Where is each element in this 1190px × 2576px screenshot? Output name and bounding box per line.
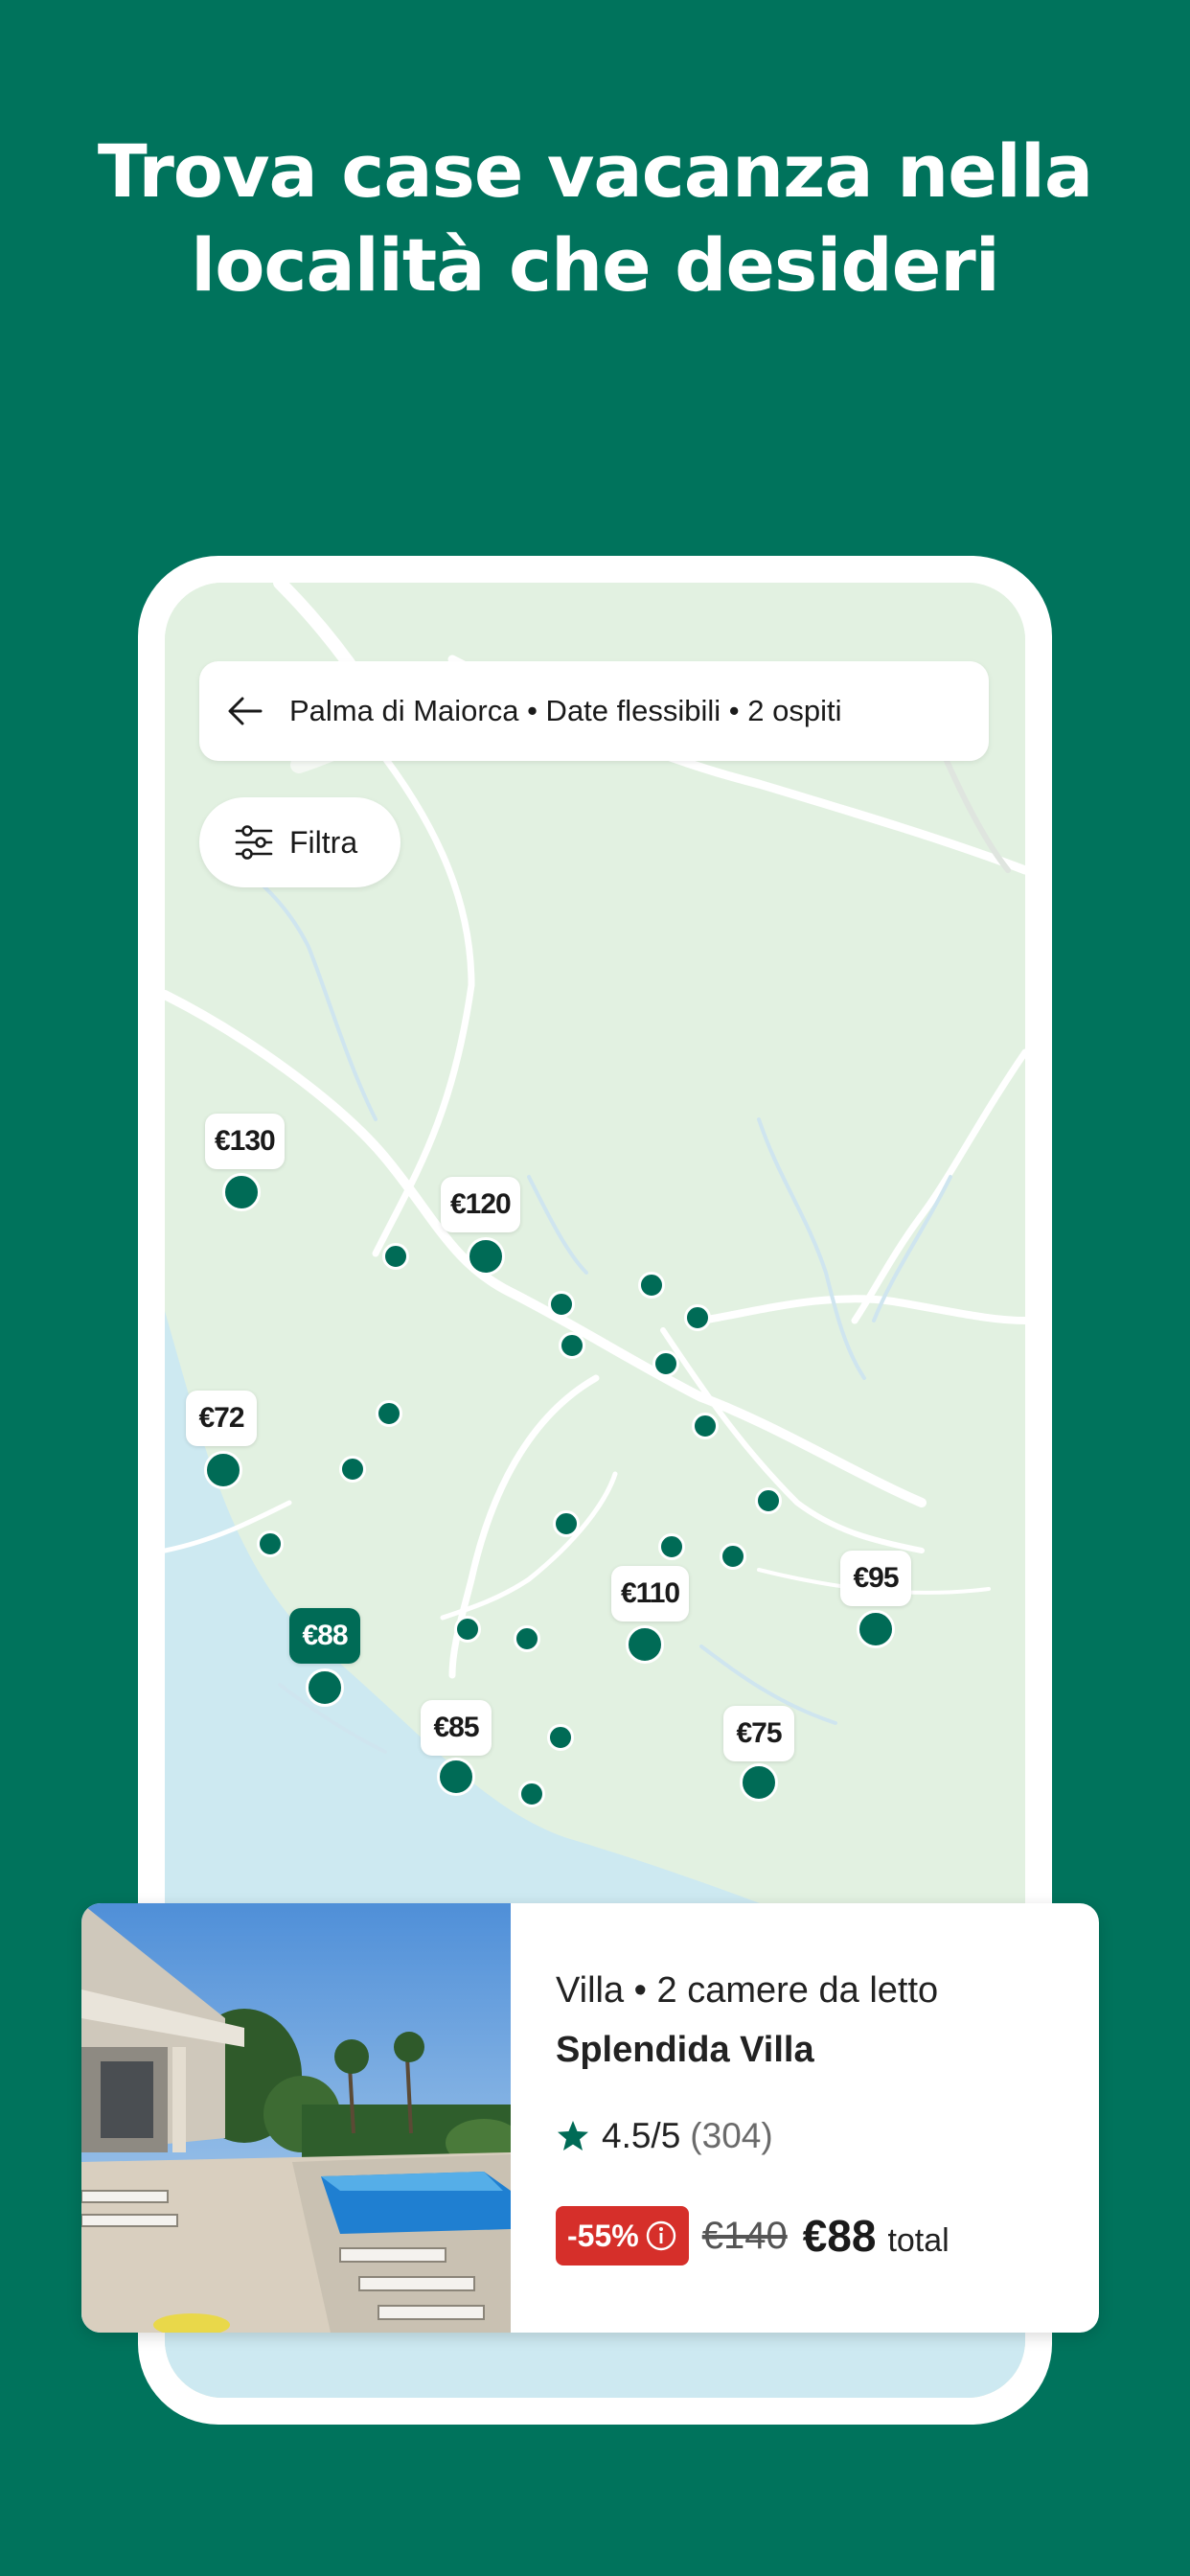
- price-pin-dot[interactable]: [306, 1668, 344, 1707]
- price-pin-dot[interactable]: [467, 1237, 505, 1276]
- map-dot[interactable]: [658, 1533, 685, 1560]
- price-pin-dot[interactable]: [437, 1758, 475, 1796]
- map-dot[interactable]: [755, 1487, 782, 1514]
- map-dot[interactable]: [339, 1456, 366, 1483]
- price-pin-dot[interactable]: [626, 1625, 664, 1664]
- info-icon[interactable]: [645, 2220, 677, 2252]
- map-dot[interactable]: [548, 1291, 575, 1318]
- map-dot[interactable]: [720, 1543, 746, 1570]
- price-suffix: total: [887, 2221, 950, 2259]
- price-pin-selected[interactable]: €88: [289, 1608, 360, 1664]
- listing-photo[interactable]: [81, 1903, 511, 2333]
- price-pin-dot[interactable]: [857, 1610, 895, 1648]
- price-pin[interactable]: €75: [723, 1706, 794, 1761]
- headline-line-2: località che desideri: [191, 222, 1000, 308]
- map-dot[interactable]: [652, 1350, 679, 1377]
- discount-badge[interactable]: -55%: [556, 2206, 689, 2266]
- price-pin[interactable]: €130: [205, 1114, 285, 1169]
- headline: Trova case vacanza nella località che de…: [0, 125, 1190, 312]
- review-count: (304): [690, 2116, 773, 2155]
- price-pin[interactable]: €110: [611, 1566, 690, 1622]
- search-query: Palma di Maiorca • Date flessibili • 2 o…: [289, 694, 842, 727]
- rating: 4.5/5 (304): [556, 2116, 773, 2156]
- map-dot[interactable]: [638, 1272, 665, 1299]
- map-dot[interactable]: [518, 1781, 545, 1807]
- original-price: €140: [701, 2214, 788, 2257]
- price-pin[interactable]: €85: [421, 1700, 492, 1756]
- map-dot[interactable]: [547, 1724, 574, 1751]
- arrow-left-icon[interactable]: [226, 692, 264, 730]
- headline-line-1: Trova case vacanza nella: [97, 128, 1093, 214]
- search-bar[interactable]: Palma di Maiorca • Date flessibili • 2 o…: [199, 661, 989, 761]
- map-dot[interactable]: [692, 1413, 719, 1439]
- map-dot[interactable]: [257, 1530, 284, 1557]
- price-pin[interactable]: €120: [441, 1177, 520, 1232]
- star-icon: [558, 2121, 588, 2150]
- discount-label: -55%: [567, 2218, 639, 2253]
- price-pin[interactable]: €95: [840, 1551, 911, 1606]
- map-dot[interactable]: [514, 1625, 540, 1652]
- rating-value: 4.5/5: [602, 2116, 681, 2155]
- map-dot[interactable]: [553, 1510, 580, 1537]
- sliders-icon: [235, 825, 273, 860]
- filter-button[interactable]: Filtra: [199, 797, 400, 887]
- price-pin-dot[interactable]: [222, 1173, 261, 1211]
- filter-label: Filtra: [289, 824, 358, 860]
- price-pin-dot[interactable]: [204, 1451, 242, 1489]
- current-price: €88: [802, 2211, 877, 2261]
- map-dot[interactable]: [559, 1332, 585, 1359]
- listing-card[interactable]: Villa • 2 camere da letto Splendida Vill…: [81, 1903, 1099, 2333]
- price-pin-dot[interactable]: [740, 1763, 778, 1802]
- property-name: Splendida Villa: [556, 2030, 814, 2070]
- map-dot[interactable]: [382, 1243, 409, 1270]
- map-dot[interactable]: [684, 1304, 711, 1331]
- property-type: Villa • 2 camere da letto: [556, 1970, 939, 2011]
- price-pin[interactable]: €72: [186, 1391, 257, 1446]
- map-dot[interactable]: [454, 1616, 481, 1643]
- map-dot[interactable]: [376, 1400, 402, 1427]
- price-row: -55% €140 €88 total: [556, 2206, 950, 2266]
